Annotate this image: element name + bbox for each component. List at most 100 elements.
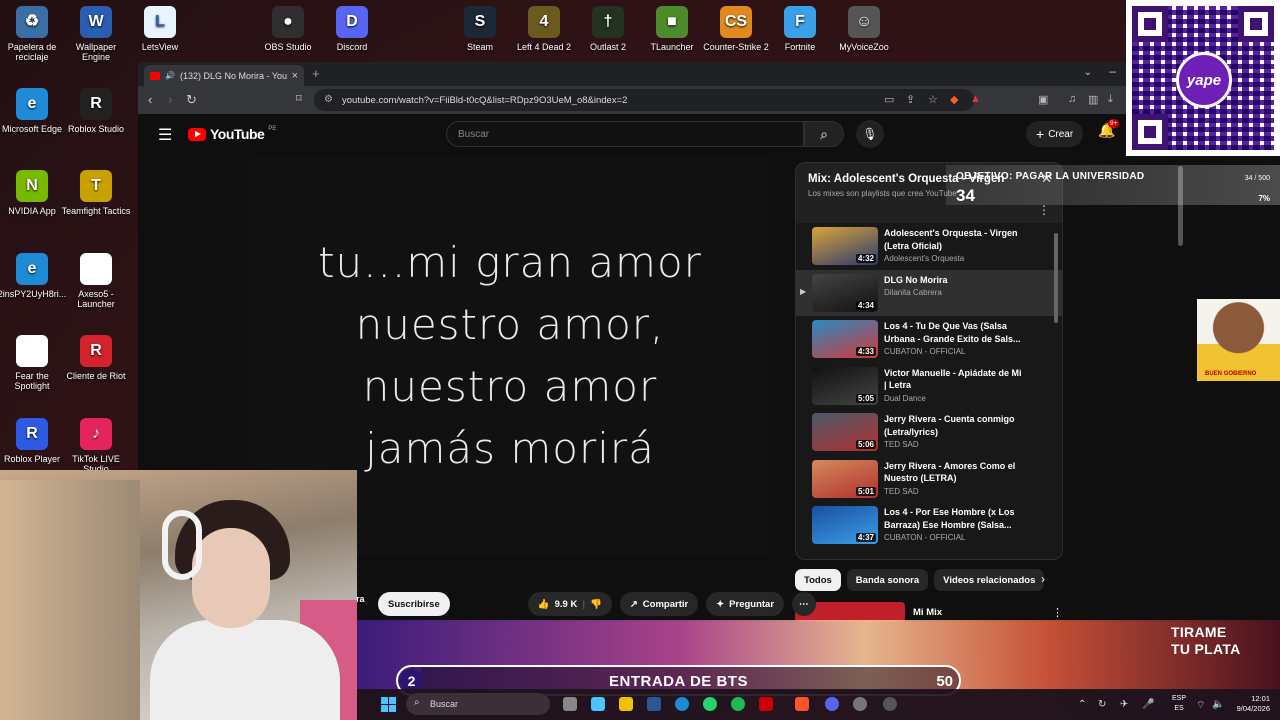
desktop-icon[interactable]: R Cliente de Riot xyxy=(61,335,131,381)
desktop-icon[interactable]: ● OBS Studio xyxy=(253,6,323,52)
store-icon[interactable] xyxy=(647,697,661,711)
desktop-icon[interactable]: † Outlast 2 xyxy=(573,6,643,52)
youtube-wordmark: YouTube xyxy=(210,126,265,142)
search-input[interactable]: Buscar xyxy=(446,121,804,147)
video-duration: 5:06 xyxy=(855,440,876,449)
playlist-item[interactable]: 4:33 Los 4 - Tu De Que Vas (Salsa Urbana … xyxy=(796,316,1062,363)
playlist-item[interactable]: 5:05 Victor Manuelle - Apiádate de Mi | L… xyxy=(796,363,1062,410)
brave-rewards-icon[interactable]: ▲ xyxy=(970,93,981,105)
tray-network-off-icon[interactable]: ✈ xyxy=(1120,699,1128,710)
desktop-icon[interactable]: CS Counter-Strike 2 xyxy=(701,6,771,52)
chips-next-icon[interactable]: › xyxy=(1041,572,1045,586)
desktop-icon[interactable]: ♻ Papelera de reciclaje xyxy=(0,6,67,62)
edge-icon[interactable] xyxy=(675,697,689,711)
filter-chip[interactable]: Todos xyxy=(795,569,841,591)
desktop-icon[interactable]: F Fortnite xyxy=(765,6,835,52)
share-button[interactable]: ↗ Compartir xyxy=(619,592,699,616)
lyric-line: nuestro amor, xyxy=(355,300,665,349)
search-button[interactable]: ⌕ xyxy=(804,121,844,147)
desktop-icon[interactable]: Fear the Spotlight xyxy=(0,335,67,391)
downloads-icon[interactable]: ⤓ xyxy=(1108,93,1113,106)
desktop-app-icon: ● xyxy=(272,6,304,38)
sidebar-icon[interactable]: ▥ xyxy=(1088,93,1098,106)
back-icon[interactable]: ‹ xyxy=(148,92,152,107)
desktop-icon[interactable]: Axeso5 - Launcher xyxy=(61,253,131,309)
share-arrow-icon: ↗ xyxy=(629,598,638,610)
notifications-button[interactable]: 🔔 9+ xyxy=(1098,119,1120,139)
playlist-item[interactable]: 4:37 Los 4 - Por Ese Hombre (x Los Barraz… xyxy=(796,502,1062,549)
close-tab-icon[interactable]: × xyxy=(292,70,298,82)
share-icon[interactable]: ⇪ xyxy=(906,93,915,106)
desktop-icon[interactable]: T Teamfight Tactics xyxy=(61,170,131,216)
playlist-more-icon[interactable]: ⋮ xyxy=(1038,203,1050,217)
minimize-button[interactable]: – xyxy=(1109,64,1116,78)
desktop-icon[interactable]: W Wallpaper Engine xyxy=(61,6,131,62)
filter-chip[interactable]: Banda sonora xyxy=(846,569,929,591)
app-icon[interactable] xyxy=(759,697,773,711)
obs-icon[interactable] xyxy=(883,697,897,711)
desktop-icon-label: Axeso5 - Launcher xyxy=(77,289,115,309)
playlist-item[interactable]: 4:32 Adolescent's Orquesta - Virgen (Letr… xyxy=(796,223,1062,270)
desktop-icon[interactable]: D Discord xyxy=(317,6,387,52)
playlist-item[interactable]: 5:06 Jerry Rivera - Cuenta conmigo (Letra… xyxy=(796,409,1062,456)
media-icon[interactable]: ♫ xyxy=(1068,93,1076,105)
subscribe-button[interactable]: Suscribirse xyxy=(378,592,450,616)
bookmark-star-icon[interactable]: ☆ xyxy=(928,93,938,106)
recommendation-more-icon[interactable]: ⋮ xyxy=(1052,606,1063,619)
thumbs-down-icon[interactable]: 👎 xyxy=(590,599,602,610)
youtube-logo[interactable]: YouTube PE xyxy=(188,126,276,142)
cast-icon[interactable]: ▭ xyxy=(884,93,894,106)
language-indicator[interactable]: ESP ES xyxy=(1172,694,1186,714)
tab-search-chevron-icon[interactable]: ⌄ xyxy=(1084,67,1092,78)
create-button[interactable]: + Crear xyxy=(1026,121,1084,147)
settings-icon[interactable] xyxy=(853,697,867,711)
new-tab-button[interactable]: + xyxy=(312,66,320,81)
voice-search-button[interactable]: 🎙 xyxy=(856,120,884,148)
file-explorer-icon[interactable] xyxy=(619,697,633,711)
playlist-item[interactable]: 5:01 Jerry Rivera - Amores Como el Nuestr… xyxy=(796,456,1062,503)
desktop-icon[interactable]: N NVIDIA App xyxy=(0,170,67,216)
address-bar[interactable]: ⚙ youtube.com/watch?v=FiiBld-t0cQ&list=R… xyxy=(314,89,974,111)
discord-icon[interactable] xyxy=(825,697,839,711)
ask-button[interactable]: ✦ Preguntar xyxy=(706,592,785,616)
taskbar-search[interactable]: ⌕ Buscar xyxy=(406,693,550,715)
reload-icon[interactable]: ↻ xyxy=(186,92,197,108)
channel-name[interactable]: ra xyxy=(356,594,365,604)
desktop-icon[interactable]: 4 Left 4 Dead 2 xyxy=(509,6,579,52)
playlist-scrollbar[interactable] xyxy=(1054,233,1058,323)
bookmark-icon[interactable]: ⌑ xyxy=(296,92,302,105)
desktop-icon[interactable]: e 2insPY2UyH8ri... xyxy=(0,253,67,299)
microphone-icon[interactable]: 🎤 xyxy=(1142,699,1154,710)
browser-tab[interactable]: 🔊 (132) DLG No Morira - YouTube × xyxy=(144,65,304,86)
tray-chevron-icon[interactable]: ⌃ xyxy=(1078,699,1086,710)
desktop-icon[interactable]: R Roblox Studio xyxy=(61,88,131,134)
volume-icon[interactable]: 🔈 xyxy=(1212,699,1224,710)
brave-shield-icon[interactable]: ◆ xyxy=(950,93,958,106)
tray-app-icon[interactable]: ↻ xyxy=(1098,699,1106,710)
forward-icon[interactable]: › xyxy=(168,92,172,107)
menu-icon[interactable]: ☰ xyxy=(158,125,172,145)
desktop-icon[interactable]: S Steam xyxy=(445,6,515,52)
like-button[interactable]: 👍 9.9 K | 👎 xyxy=(527,592,612,616)
site-info-icon[interactable]: ⚙ xyxy=(324,94,333,105)
filter-chip[interactable]: Videos relacionados xyxy=(934,569,1045,591)
desktop-icon[interactable]: L LetsView xyxy=(125,6,195,52)
task-view-icon[interactable] xyxy=(563,697,577,711)
more-actions-button[interactable]: ⋯ xyxy=(792,592,816,616)
wallet-icon[interactable]: ▣ xyxy=(1038,93,1048,106)
whatsapp-icon[interactable] xyxy=(703,697,717,711)
clock[interactable]: 12:01 9/04/2026 xyxy=(1237,694,1270,714)
playlist-item[interactable]: ▶ 4:34 DLG No Morira Dilanita Cabrera xyxy=(796,269,1062,316)
desktop-icon[interactable]: R Roblox Player xyxy=(0,418,67,464)
desktop-icon[interactable]: ♪ TikTok LIVE Studio xyxy=(61,418,131,474)
desktop-icon[interactable]: ☺ MyVoiceZoo xyxy=(829,6,899,52)
windows-start-icon[interactable] xyxy=(381,697,396,712)
desktop-icon[interactable]: ■ TLauncher xyxy=(637,6,707,52)
desktop-icon[interactable]: e Microsoft Edge xyxy=(0,88,67,134)
youtube-play-icon xyxy=(188,127,206,141)
copilot-icon[interactable] xyxy=(591,697,605,711)
brave-icon[interactable] xyxy=(795,697,809,711)
recommendation-item[interactable]: Mi Mix ⋮ xyxy=(795,602,1063,622)
spotify-icon[interactable] xyxy=(731,697,745,711)
wifi-icon[interactable]: ⌔ xyxy=(1196,699,1205,712)
